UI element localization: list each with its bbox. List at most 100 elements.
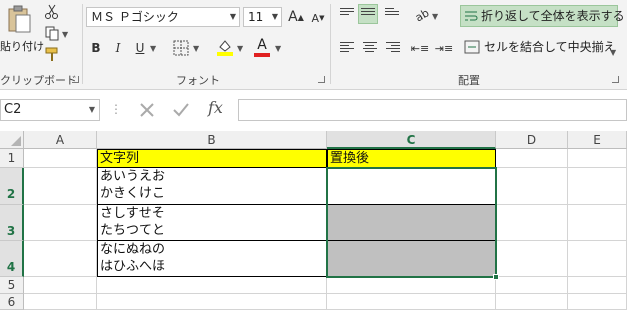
increase-indent-button[interactable]: ⇥≡ [434, 38, 454, 58]
clipboard-launcher-icon[interactable] [72, 76, 79, 83]
align-middle-button[interactable] [358, 4, 378, 24]
paste-icon [8, 5, 31, 33]
row-header-6[interactable]: 6 [0, 294, 24, 310]
fill-color-dropdown-icon[interactable]: ▼ [237, 44, 243, 53]
merge-dropdown-icon[interactable]: ▼ [610, 43, 616, 63]
cell-b4[interactable]: なにぬねの はひふへほ [97, 241, 327, 277]
cell-d2[interactable] [496, 168, 568, 205]
cell-c4[interactable] [327, 241, 496, 277]
column-header-d[interactable]: D [496, 131, 568, 149]
increase-font-size-button[interactable]: A ▲ [286, 7, 306, 27]
cell-e6[interactable] [568, 294, 627, 310]
font-color-dropdown-icon[interactable]: ▼ [275, 44, 281, 53]
cell-e2[interactable] [568, 168, 627, 205]
cell-b2[interactable]: あいうえお かきくけこ [97, 168, 327, 205]
row-header-3[interactable]: 3 [0, 205, 24, 241]
borders-icon[interactable] [173, 40, 189, 56]
clipboard-group-label: クリップボード [0, 74, 77, 87]
enter-check-icon[interactable] [172, 102, 190, 118]
cancel-icon[interactable] [139, 102, 155, 118]
select-all-button[interactable] [0, 131, 24, 149]
font-name-select[interactable]: ＭＳ Ｐゴシック ▼ [86, 7, 240, 27]
alignment-group-label: 配置 [458, 74, 480, 87]
align-right-icon[interactable] [386, 42, 400, 54]
cell-c2[interactable] [327, 168, 496, 205]
font-color-icon: A [257, 37, 267, 53]
font-size-select[interactable]: 11 ▼ [243, 7, 282, 27]
column-header-b[interactable]: B [97, 131, 327, 149]
bold-button[interactable]: B [86, 38, 106, 58]
row-header-4[interactable]: 4 [0, 241, 24, 277]
fill-handle[interactable] [493, 274, 499, 280]
cell-c3[interactable] [327, 205, 496, 241]
orientation-dropdown-icon[interactable]: ▼ [432, 12, 438, 21]
insert-function-button[interactable]: fx [208, 98, 223, 117]
decrease-font-size-button[interactable]: A ▼ [308, 8, 328, 28]
decrease-indent-button[interactable]: ⇤≡ [410, 38, 430, 58]
underline-button[interactable]: U [130, 38, 150, 58]
cell-c6[interactable] [327, 294, 496, 310]
cell-e3[interactable] [568, 205, 627, 241]
cell-b1[interactable]: 文字列 [97, 149, 327, 168]
cell-e4[interactable] [568, 241, 627, 277]
cell-a5[interactable] [24, 277, 97, 294]
cell-d3[interactable] [496, 205, 568, 241]
merge-center-button[interactable]: セルを結合して中央揃え ▼ [460, 37, 620, 59]
formula-bar-grip-icon: ⋮ [110, 102, 122, 116]
borders-dropdown-icon[interactable]: ▼ [193, 44, 199, 53]
cell-a2[interactable] [24, 168, 97, 205]
cut-icon[interactable] [44, 4, 60, 20]
cell-b4-line1: なにぬねの [100, 242, 166, 257]
font-name-value: ＭＳ Ｐゴシック [91, 10, 179, 24]
cell-d6[interactable] [496, 294, 568, 310]
row-header-1[interactable]: 1 [0, 149, 24, 168]
row-header-5[interactable]: 5 [0, 277, 24, 294]
merge-center-label: セルを結合して中央揃え [484, 40, 616, 54]
underline-dropdown-icon[interactable]: ▼ [150, 44, 156, 53]
align-middle-icon [361, 8, 375, 20]
cell-b6[interactable] [97, 294, 327, 310]
cell-e1[interactable] [568, 149, 627, 168]
cell-a3[interactable] [24, 205, 97, 241]
font-launcher-icon[interactable] [318, 76, 325, 83]
cell-b3[interactable]: さしすせそ たちつてと [97, 205, 327, 241]
worksheet-grid: A B C D E 1 2 3 4 5 6 文字列 置換後 あいうえお かきくけ… [0, 131, 627, 310]
copy-icon[interactable] [44, 25, 60, 41]
merge-center-icon [464, 40, 480, 54]
cell-a6[interactable] [24, 294, 97, 310]
cell-a1[interactable] [24, 149, 97, 168]
cell-b3-line2: たちつてと [100, 223, 166, 238]
copy-dropdown-icon[interactable]: ▼ [62, 30, 68, 39]
select-all-triangle-icon [11, 136, 21, 146]
wrap-text-button[interactable]: 折り返して全体を表示する [460, 5, 625, 27]
align-bottom-icon[interactable] [385, 8, 399, 20]
cell-e5[interactable] [568, 277, 627, 294]
cell-b5[interactable] [97, 277, 327, 294]
align-left-icon[interactable] [340, 42, 354, 54]
cell-d4[interactable] [496, 241, 568, 277]
fill-color-icon[interactable] [216, 38, 234, 56]
name-box-value: C2 [4, 102, 22, 117]
cell-b2-line1: あいうえお [100, 169, 166, 184]
cell-a4[interactable] [24, 241, 97, 277]
row-header-2[interactable]: 2 [0, 168, 24, 205]
align-top-icon[interactable] [340, 8, 354, 20]
column-header-a[interactable]: A [24, 131, 97, 149]
column-header-e[interactable]: E [568, 131, 627, 149]
formula-input[interactable] [238, 99, 627, 121]
format-painter-icon[interactable] [44, 46, 60, 62]
font-color-button[interactable]: A [252, 37, 272, 57]
cell-c5[interactable] [327, 277, 496, 294]
alignment-launcher-icon[interactable] [612, 76, 619, 83]
cell-c1[interactable]: 置換後 [327, 149, 496, 168]
column-header-c[interactable]: C [327, 131, 496, 149]
cell-d5[interactable] [496, 277, 568, 294]
cell-d1[interactable] [496, 149, 568, 168]
cell-b3-line1: さしすせそ [100, 206, 165, 221]
name-box[interactable]: C2 ▼ [0, 99, 100, 121]
wrap-text-icon [465, 11, 478, 21]
paste-button[interactable]: 貼り付け [0, 2, 44, 62]
italic-button[interactable]: I [108, 38, 128, 58]
align-center-icon[interactable] [363, 42, 377, 54]
formula-bar: C2 ▼ ⋮ fx [0, 96, 627, 124]
